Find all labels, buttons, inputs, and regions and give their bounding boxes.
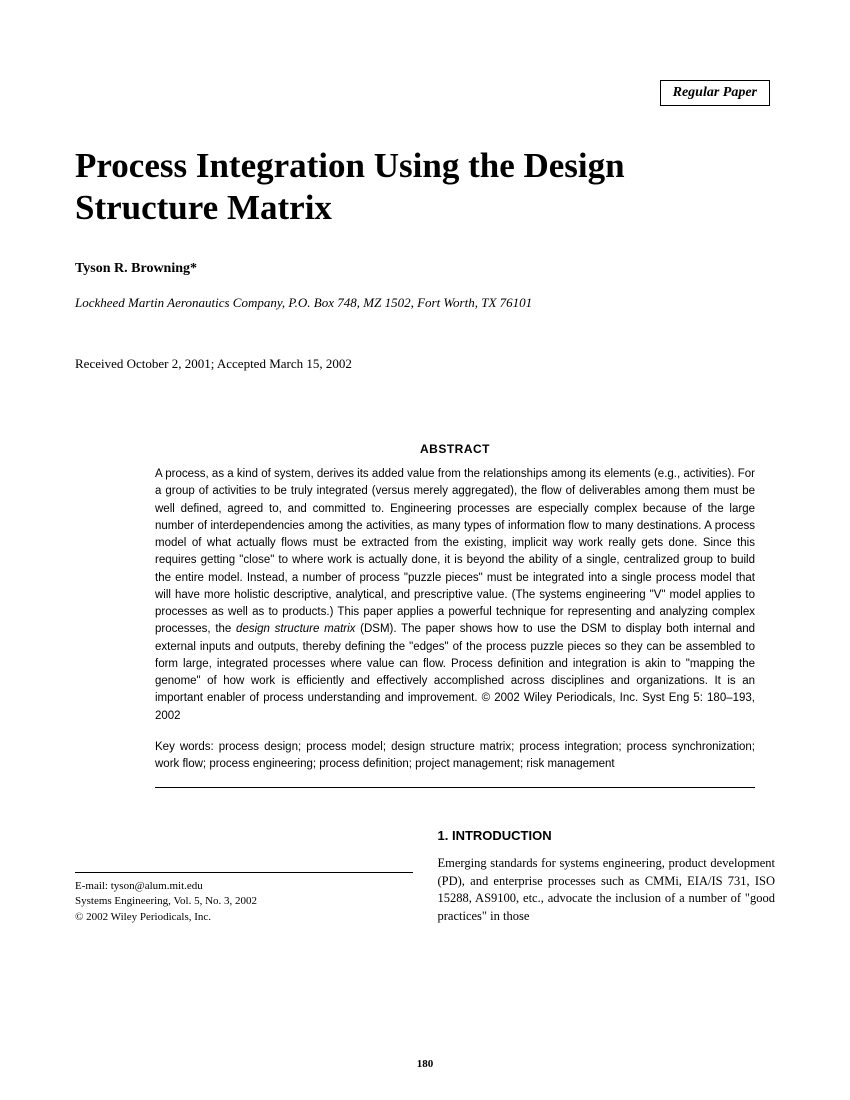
keywords: Key words: process design; process model… <box>155 739 755 774</box>
author-affiliation: Lockheed Martin Aeronautics Company, P.O… <box>75 295 775 311</box>
copyright-notice: © 2002 Wiley Periodicals, Inc. <box>75 910 413 925</box>
introduction-text: Emerging standards for systems engineeri… <box>438 855 776 925</box>
abstract-section: ABSTRACT A process, as a kind of system,… <box>155 442 755 788</box>
abstract-text-part1: A process, as a kind of system, derives … <box>155 468 755 635</box>
footer-divider <box>75 872 413 873</box>
abstract-heading: ABSTRACT <box>155 442 755 456</box>
abstract-italic-term: design structure matrix <box>236 623 355 635</box>
two-column-section: E-mail: tyson@alum.mit.edu Systems Engin… <box>75 828 775 925</box>
right-column: 1. INTRODUCTION Emerging standards for s… <box>438 828 776 925</box>
section-heading: 1. INTRODUCTION <box>438 828 776 843</box>
abstract-divider <box>155 787 755 788</box>
author-name: Tyson R. Browning* <box>75 261 775 277</box>
contact-email: E-mail: tyson@alum.mit.edu <box>75 879 413 894</box>
journal-citation: Systems Engineering, Vol. 5, No. 3, 2002 <box>75 894 413 909</box>
submission-dates: Received October 2, 2001; Accepted March… <box>75 356 775 372</box>
paper-type-badge: Regular Paper <box>660 80 770 106</box>
left-column: E-mail: tyson@alum.mit.edu Systems Engin… <box>75 828 413 925</box>
page-number: 180 <box>417 1058 434 1070</box>
abstract-body: A process, as a kind of system, derives … <box>155 466 755 725</box>
abstract-text-part2: (DSM). The paper shows how to use the DS… <box>155 623 755 721</box>
paper-title: Process Integration Using the Design Str… <box>75 145 775 229</box>
